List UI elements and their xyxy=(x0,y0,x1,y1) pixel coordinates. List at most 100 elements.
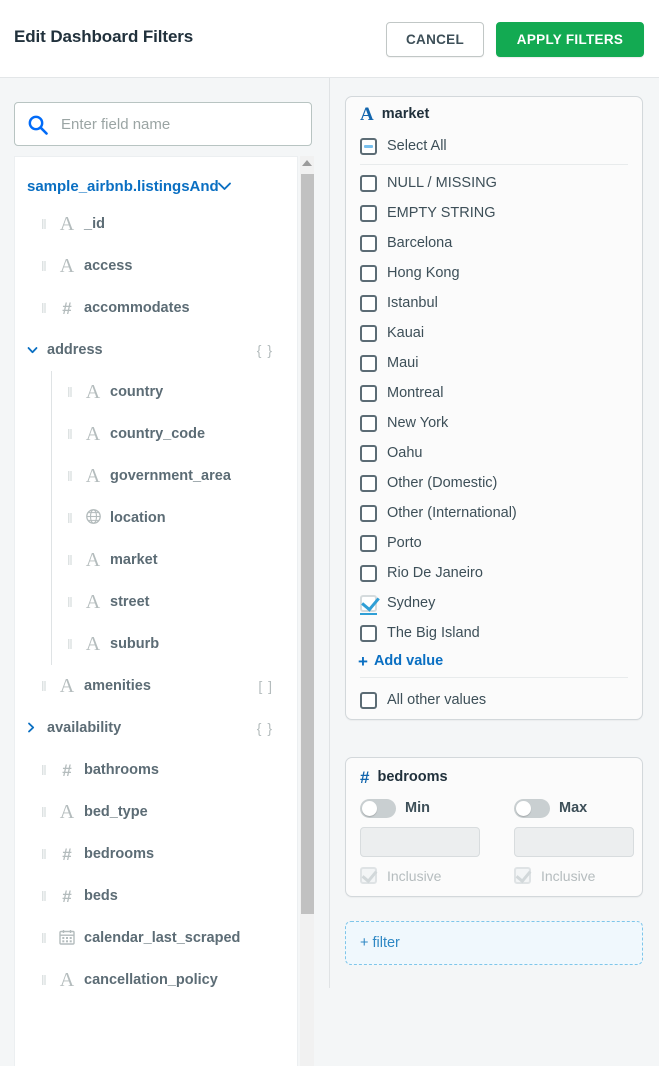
drag-handle-icon[interactable]: ‖ xyxy=(41,973,51,987)
filter-value-row[interactable]: EMPTY STRING xyxy=(346,198,642,228)
max-toggle[interactable] xyxy=(514,798,550,818)
field-row-bathrooms[interactable]: ‖ # bathrooms xyxy=(15,749,297,791)
chevron-right-icon[interactable] xyxy=(27,722,41,735)
filter-value-row[interactable]: Kauai xyxy=(346,318,642,348)
drag-handle-icon[interactable]: ‖ xyxy=(41,763,51,777)
field-browser-panel: sample_airbnb.listingsAnd ‖A_id‖Aaccess‖… xyxy=(0,78,330,1066)
filter-value-checkbox[interactable] xyxy=(360,204,377,222)
drag-handle-icon[interactable]: ‖ xyxy=(67,553,77,567)
filter-value-checkbox[interactable] xyxy=(360,264,377,282)
filter-value-checkbox[interactable] xyxy=(360,234,377,252)
filter-value-row[interactable]: The Big Island xyxy=(346,618,642,648)
filter-value-checkbox[interactable] xyxy=(360,504,377,522)
field-row-beds[interactable]: ‖ # beds xyxy=(15,875,297,917)
filter-value-label: Istanbul xyxy=(387,295,438,311)
field-label: country_code xyxy=(110,426,206,442)
drag-handle-icon[interactable]: ‖ xyxy=(67,637,77,651)
filter-value-row[interactable]: Other (Domestic) xyxy=(346,468,642,498)
all-other-values-checkbox[interactable] xyxy=(360,691,377,709)
field-row-market[interactable]: ‖ Amarket xyxy=(15,539,297,581)
max-value-input[interactable] xyxy=(514,827,634,857)
filter-value-checkbox[interactable] xyxy=(360,594,377,615)
field-row-bedrooms[interactable]: ‖ # bedrooms xyxy=(15,833,297,875)
scroll-up-arrow-icon[interactable] xyxy=(302,160,312,166)
filter-value-checkbox[interactable] xyxy=(360,384,377,402)
filter-value-row[interactable]: Rio De Janeiro xyxy=(346,558,642,588)
collection-selector[interactable]: sample_airbnb.listingsAnd xyxy=(15,169,297,203)
filter-value-row[interactable]: Hong Kong xyxy=(346,258,642,288)
filter-value-row[interactable]: Montreal xyxy=(346,378,642,408)
field-row-_id[interactable]: ‖ A _id xyxy=(15,203,297,245)
drag-handle-icon[interactable]: ‖ xyxy=(41,931,51,945)
field-row-access[interactable]: ‖ Aaccess xyxy=(15,245,297,287)
calendar-type-icon xyxy=(56,929,78,948)
add-value-button[interactable]: + Add value xyxy=(346,648,642,674)
filter-value-row[interactable]: Oahu xyxy=(346,438,642,468)
field-row-cancellation_policy[interactable]: ‖ Acancellation_policy xyxy=(15,959,297,1001)
field-label: suburb xyxy=(110,636,160,652)
filter-value-row[interactable]: Maui xyxy=(346,348,642,378)
all-other-values-row[interactable]: All other values xyxy=(346,681,642,719)
filter-value-row[interactable]: Barcelona xyxy=(346,228,642,258)
drag-handle-icon[interactable]: ‖ xyxy=(67,469,77,483)
select-all-checkbox[interactable] xyxy=(360,137,377,155)
filter-value-checkbox[interactable] xyxy=(360,564,377,582)
min-inclusive-row[interactable]: Inclusive xyxy=(360,867,482,884)
field-row-street[interactable]: ‖ Astreet xyxy=(15,581,297,623)
field-row-amenities[interactable]: ‖ Aamenities [ ] xyxy=(15,665,297,707)
drag-handle-icon[interactable]: ‖ xyxy=(41,217,51,231)
drag-handle-icon[interactable]: ‖ xyxy=(67,595,77,609)
drag-handle-icon[interactable]: ‖ xyxy=(41,805,51,819)
filter-value-checkbox[interactable] xyxy=(360,474,377,492)
field-row-country[interactable]: ‖ Acountry xyxy=(15,371,297,413)
filter-value-row[interactable]: Other (International) xyxy=(346,498,642,528)
field-label: government_area xyxy=(110,468,231,484)
field-row-address[interactable]: address { } xyxy=(15,329,297,371)
search-field-container[interactable] xyxy=(14,102,312,146)
filter-value-row[interactable]: Istanbul xyxy=(346,288,642,318)
chevron-down-icon[interactable] xyxy=(27,344,41,356)
filter-value-row[interactable]: Sydney xyxy=(346,588,642,618)
cancel-button[interactable]: CANCEL xyxy=(386,22,484,57)
select-all-label: Select All xyxy=(387,138,447,154)
min-value-input[interactable] xyxy=(360,827,480,857)
field-row-bed_type[interactable]: ‖ Abed_type xyxy=(15,791,297,833)
filter-value-row[interactable]: NULL / MISSING xyxy=(346,168,642,198)
filter-value-checkbox[interactable] xyxy=(360,624,377,642)
min-toggle[interactable] xyxy=(360,798,396,818)
drag-handle-icon[interactable]: ‖ xyxy=(41,259,51,273)
filter-value-checkbox[interactable] xyxy=(360,444,377,462)
drag-handle-icon[interactable]: ‖ xyxy=(41,889,51,903)
field-row-location[interactable]: ‖ location xyxy=(15,497,297,539)
min-inclusive-checkbox[interactable] xyxy=(360,867,377,884)
add-filter-button[interactable]: + filter xyxy=(345,921,643,965)
field-row-suburb[interactable]: ‖ Asuburb xyxy=(15,623,297,665)
max-inclusive-checkbox[interactable] xyxy=(514,867,531,884)
field-row-country_code[interactable]: ‖ Acountry_code xyxy=(15,413,297,455)
drag-handle-icon[interactable]: ‖ xyxy=(67,511,77,525)
filter-value-checkbox[interactable] xyxy=(360,294,377,312)
drag-handle-icon[interactable]: ‖ xyxy=(41,301,51,315)
drag-handle-icon[interactable]: ‖ xyxy=(67,427,77,441)
filter-value-checkbox[interactable] xyxy=(360,174,377,192)
scrollbar-thumb[interactable] xyxy=(301,174,314,914)
apply-filters-button[interactable]: APPLY FILTERS xyxy=(496,22,644,57)
drag-handle-icon[interactable]: ‖ xyxy=(41,847,51,861)
field-row-government_area[interactable]: ‖ Agovernment_area xyxy=(15,455,297,497)
drag-handle-icon[interactable]: ‖ xyxy=(41,679,51,693)
max-inclusive-row[interactable]: Inclusive xyxy=(514,867,636,884)
filter-value-row[interactable]: New York xyxy=(346,408,642,438)
max-inclusive-label: Inclusive xyxy=(541,867,596,884)
select-all-row[interactable]: Select All xyxy=(346,131,642,161)
field-row-calendar_last_scraped[interactable]: ‖ calendar_last_scraped xyxy=(15,917,297,959)
search-input[interactable] xyxy=(59,104,307,144)
filter-value-checkbox[interactable] xyxy=(360,414,377,432)
field-tree: sample_airbnb.listingsAnd ‖ A _id ‖ Aaccess ‖… xyxy=(14,156,298,1066)
filter-value-checkbox[interactable] xyxy=(360,354,377,372)
field-row-availability[interactable]: availability { } xyxy=(15,707,297,749)
field-row-accommodates[interactable]: ‖ # accommodates xyxy=(15,287,297,329)
filter-value-checkbox[interactable] xyxy=(360,324,377,342)
filter-value-checkbox[interactable] xyxy=(360,534,377,552)
drag-handle-icon[interactable]: ‖ xyxy=(67,385,77,399)
filter-value-row[interactable]: Porto xyxy=(346,528,642,558)
